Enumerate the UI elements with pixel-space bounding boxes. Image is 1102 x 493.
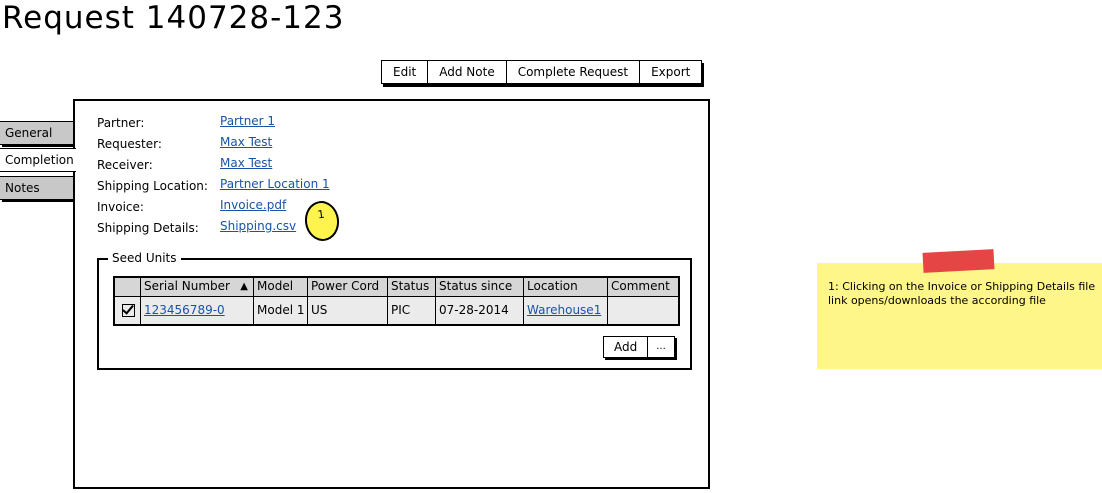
location-cell: Warehouse1 [524, 297, 608, 324]
table-header: Serial Number ▲ Model Power Cord Status S… [115, 278, 678, 297]
add-note-button[interactable]: Add Note [428, 61, 507, 83]
sort-asc-icon: ▲ [240, 281, 248, 292]
completion-panel: Partner: Partner 1 Requester: Max Test R… [73, 99, 710, 489]
comment-cell [608, 297, 678, 324]
page-title: Request 140728-123 [2, 0, 345, 36]
seed-units-label: Seed Units [108, 251, 181, 265]
partner-link[interactable]: Partner 1 [220, 114, 275, 128]
toolbar: Edit Add Note Complete Request Export [381, 60, 703, 84]
tab-notes[interactable]: Notes [0, 176, 74, 200]
invoice-link[interactable]: Invoice.pdf [220, 198, 286, 212]
model-cell: Model 1 [254, 297, 308, 324]
more-options-button[interactable]: ... [647, 337, 674, 357]
row-select-cell [115, 297, 141, 324]
select-column-header [115, 278, 141, 296]
status-since-header[interactable]: Status since [436, 278, 524, 296]
location-link[interactable]: Warehouse1 [527, 303, 601, 317]
tab-completion[interactable]: Completion [0, 148, 76, 172]
partner-label: Partner: [97, 116, 145, 130]
export-button[interactable]: Export [640, 61, 701, 83]
seed-units-group: Seed Units Serial Number ▲ Model Power Co… [97, 251, 692, 370]
comment-header[interactable]: Comment [608, 278, 678, 296]
tab-general[interactable]: General [0, 121, 74, 145]
serial-number-cell: 123456789-0 [141, 297, 254, 324]
shipping-details-label: Shipping Details: [97, 221, 199, 235]
shipping-details-link[interactable]: Shipping.csv [220, 219, 296, 233]
location-header[interactable]: Location [524, 278, 608, 296]
add-button[interactable]: Add [604, 337, 647, 357]
edit-button[interactable]: Edit [382, 61, 429, 83]
status-header[interactable]: Status [388, 278, 436, 296]
shipping-location-link[interactable]: Partner Location 1 [220, 177, 330, 191]
sticky-note-text: 1: Clicking on the Invoice or Shipping D… [828, 280, 1096, 307]
sticky-note-tape [922, 249, 995, 273]
row-checkbox[interactable] [122, 304, 135, 317]
sticky-note [817, 263, 1102, 369]
requester-label: Requester: [97, 137, 162, 151]
table-row[interactable]: 123456789-0 Model 1 US PIC 07-28-2014 Wa… [115, 297, 678, 324]
add-button-group: Add ... [603, 336, 675, 358]
serial-number-link[interactable]: 123456789-0 [144, 303, 225, 317]
requester-link[interactable]: Max Test [220, 135, 272, 149]
power-cord-header[interactable]: Power Cord [308, 278, 388, 296]
shipping-location-label: Shipping Location: [97, 179, 208, 193]
serial-number-header[interactable]: Serial Number ▲ [141, 278, 254, 296]
serial-number-header-label: Serial Number [144, 279, 230, 293]
complete-request-button[interactable]: Complete Request [507, 61, 641, 83]
callout-marker: 1 [302, 198, 342, 244]
model-header[interactable]: Model [254, 278, 308, 296]
receiver-label: Receiver: [97, 158, 153, 172]
receiver-link[interactable]: Max Test [220, 156, 272, 170]
status-since-cell: 07-28-2014 [436, 297, 524, 324]
invoice-label: Invoice: [97, 200, 144, 214]
power-cord-cell: US [308, 297, 388, 324]
status-cell: PIC [388, 297, 436, 324]
seed-units-table: Serial Number ▲ Model Power Cord Status S… [113, 276, 680, 326]
